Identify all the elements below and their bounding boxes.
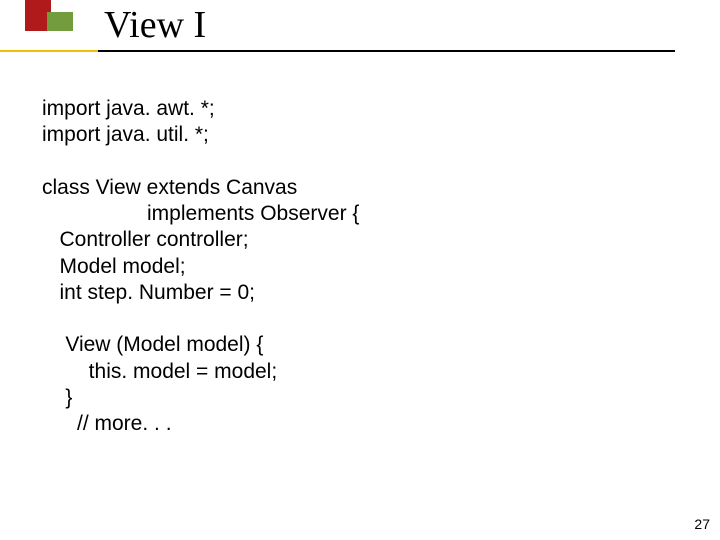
code-line: implements Observer {: [42, 202, 359, 225]
slide-title: View I: [104, 3, 206, 47]
code-line: class View extends Canvas: [42, 176, 297, 199]
code-line: View (Model model) {: [42, 333, 263, 356]
code-line: // more. . .: [42, 412, 172, 435]
code-line: import java. awt. *;: [42, 97, 215, 120]
code-line: import java. util. *;: [42, 123, 209, 146]
logo-block: [25, 0, 73, 31]
title-underline: [0, 50, 675, 52]
code-line: int step. Number = 0;: [42, 281, 255, 304]
underline-accent: [0, 50, 98, 52]
code-line: Controller controller;: [42, 228, 249, 251]
underline-main: [98, 50, 675, 52]
logo-green-square: [47, 12, 73, 31]
code-line: Model model;: [42, 255, 186, 278]
code-line: this. model = model;: [42, 360, 277, 383]
code-block: import java. awt. *; import java. util. …: [42, 96, 359, 437]
code-line: }: [42, 386, 72, 409]
page-number: 27: [694, 516, 710, 532]
